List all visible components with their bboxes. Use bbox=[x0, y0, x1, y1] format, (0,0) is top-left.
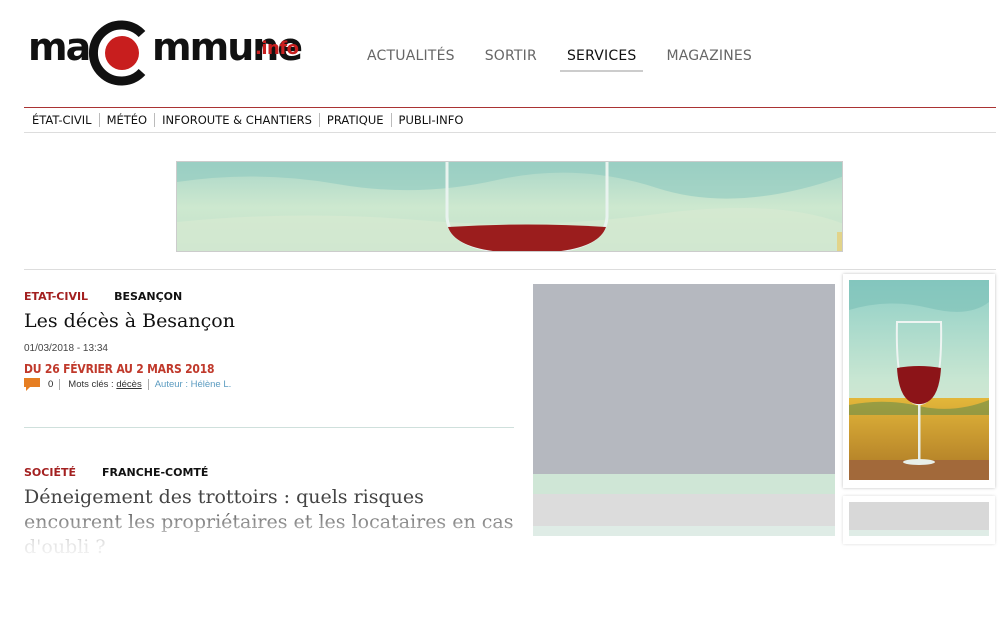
subnav-etat-civil[interactable]: ÉTAT-CIVIL bbox=[28, 113, 100, 127]
sub-nav-bar: ÉTAT-CIVIL MÉTÉO INFOROUTE & CHANTIERS P… bbox=[24, 107, 996, 133]
logo-c-icon bbox=[89, 20, 146, 86]
wine-glass-banner-image bbox=[177, 162, 842, 251]
image-placeholder[interactable] bbox=[533, 284, 835, 474]
article-subtitle: DU 26 FÉVRIER AU 2 MARS 2018 bbox=[24, 362, 215, 376]
comment-icon[interactable] bbox=[24, 378, 40, 391]
image-strip bbox=[533, 474, 835, 494]
comment-count[interactable]: 0 bbox=[48, 379, 61, 390]
logo-suffix: .info bbox=[255, 38, 299, 59]
keywords-label: Mots clés : bbox=[68, 379, 114, 390]
article-card[interactable]: SOCIÉTÉ FRANCHE-COMTÉ Déneigement des tr… bbox=[24, 466, 514, 566]
thumbnail-card[interactable] bbox=[843, 496, 995, 544]
thumbnail-card[interactable] bbox=[843, 274, 995, 488]
subnav-meteo[interactable]: MÉTÉO bbox=[100, 113, 156, 127]
image-strip bbox=[849, 530, 989, 536]
keyword-link[interactable]: décès bbox=[116, 379, 141, 390]
loading-fade bbox=[24, 506, 514, 566]
image-placeholder bbox=[849, 502, 989, 530]
article-author[interactable]: Auteur : Hélène L. bbox=[149, 379, 232, 390]
article-card[interactable]: ETAT-CIVIL BESANÇON Les décès à Besançon… bbox=[24, 290, 514, 391]
nav-sortir[interactable]: SORTIR bbox=[478, 46, 544, 72]
logo-prefix: ma bbox=[28, 25, 91, 69]
nav-magazines[interactable]: MAGAZINES bbox=[659, 46, 759, 72]
article-title[interactable]: Les décès à Besançon bbox=[24, 309, 514, 334]
image-placeholder-bottom bbox=[533, 494, 835, 526]
article-category[interactable]: SOCIÉTÉ bbox=[24, 466, 76, 479]
wine-glass-thumbnail bbox=[849, 280, 989, 480]
subnav-publi-info[interactable]: PUBLI-INFO bbox=[392, 113, 471, 127]
banner-ad[interactable] bbox=[176, 161, 843, 252]
image-strip-bottom bbox=[533, 526, 835, 536]
subnav-inforoute[interactable]: INFOROUTE & CHANTIERS bbox=[155, 113, 320, 127]
article-location[interactable]: BESANÇON bbox=[114, 290, 182, 303]
article-location[interactable]: FRANCHE-COMTÉ bbox=[102, 466, 208, 479]
article-category[interactable]: ETAT-CIVIL bbox=[24, 290, 88, 303]
keywords: Mots clés : décès bbox=[60, 379, 149, 390]
nav-services[interactable]: SERVICES bbox=[559, 46, 644, 72]
site-logo[interactable]: ma mmune .info bbox=[28, 14, 303, 86]
subnav-pratique[interactable]: PRATIQUE bbox=[320, 113, 392, 127]
nav-actualites[interactable]: ACTUALITÉS bbox=[360, 46, 462, 72]
article-date: 01/03/2018 - 13:34 bbox=[24, 343, 108, 354]
article-meta: 0 Mots clés : décès Auteur : Hélène L. bbox=[24, 378, 514, 391]
main-nav: ACTUALITÉS SORTIR SERVICES MAGAZINES bbox=[360, 46, 775, 72]
article-divider bbox=[24, 427, 514, 428]
divider bbox=[24, 269, 996, 270]
